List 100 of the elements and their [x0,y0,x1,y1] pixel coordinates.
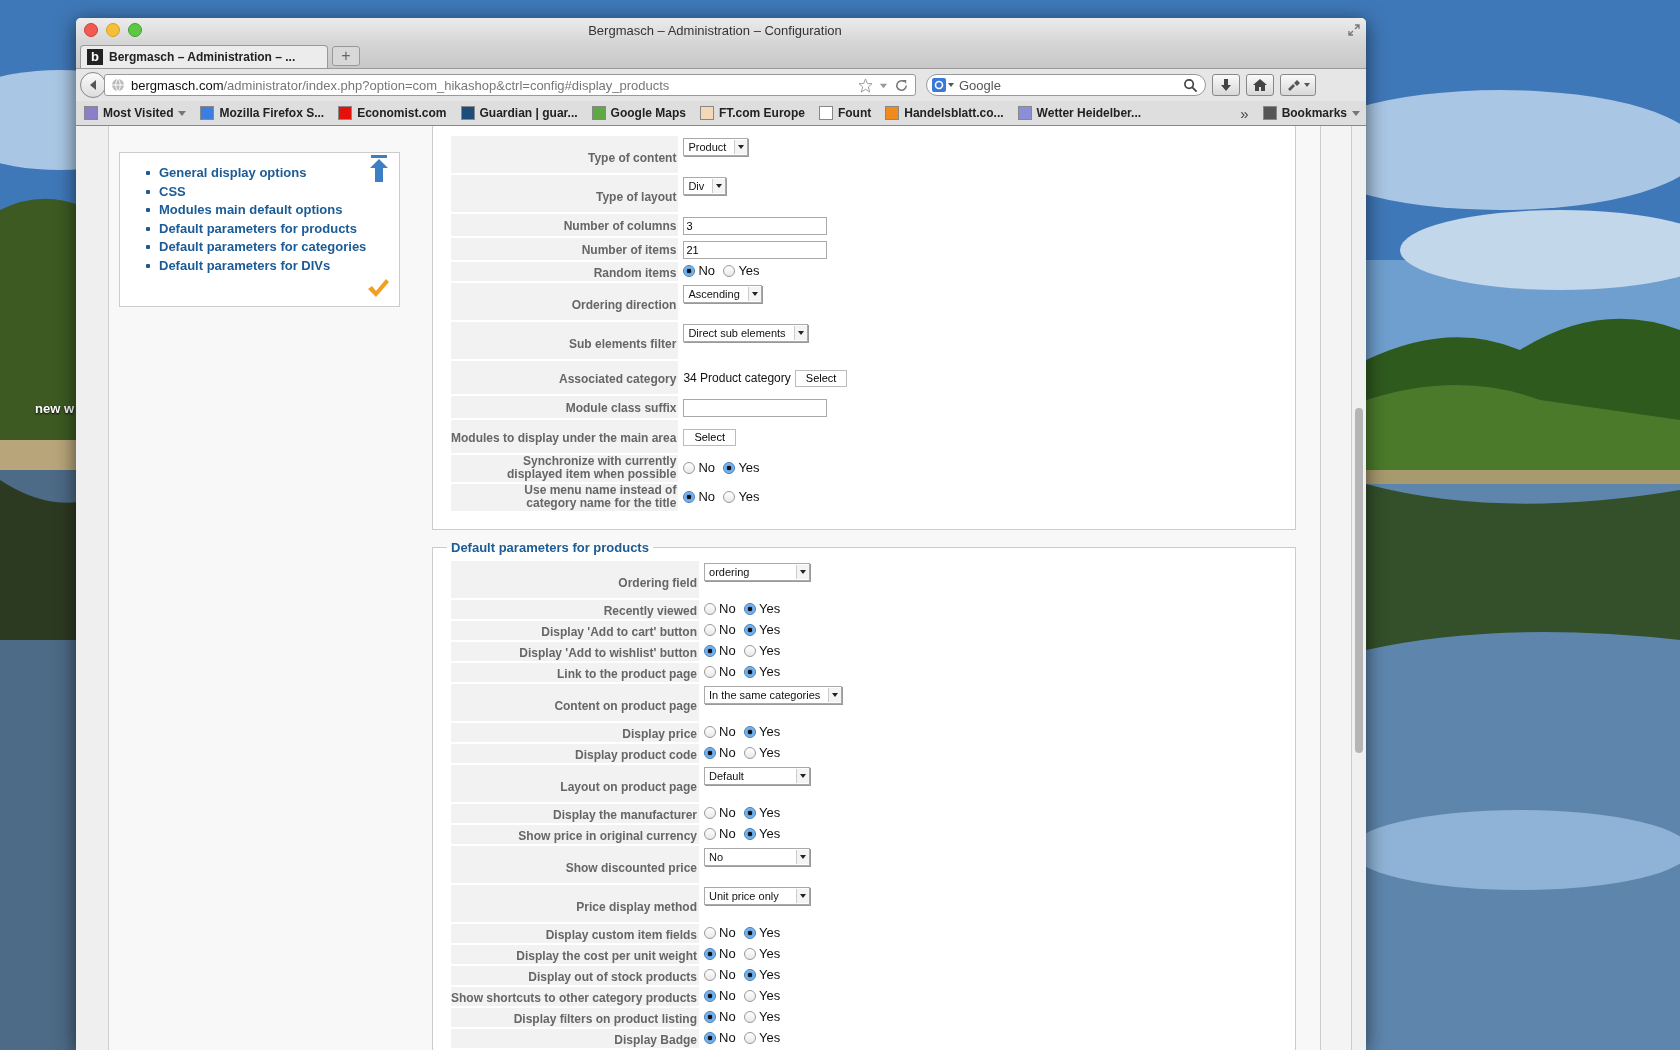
downloads-button[interactable] [1212,74,1240,96]
new-tab-button[interactable]: + [332,46,360,66]
radio-button[interactable] [683,490,696,503]
radio-label[interactable]: Yes [759,1009,781,1024]
radio-button[interactable] [704,725,717,738]
radio-label[interactable]: Yes [738,460,760,475]
scrollbar-thumb[interactable] [1355,408,1363,753]
fullscreen-icon[interactable] [1348,24,1360,36]
bookmark-item[interactable]: Most Visited [84,106,187,120]
radio-button[interactable] [744,644,757,657]
dropdown[interactable]: Product [683,138,749,156]
radio-button[interactable] [744,623,757,636]
radio-button[interactable] [744,602,757,615]
radio-button[interactable] [723,490,736,503]
radio-button[interactable] [704,665,717,678]
radio-label[interactable]: No [719,724,736,739]
radio-label[interactable]: No [719,622,736,637]
star-icon[interactable] [858,77,873,93]
select-button[interactable]: Select [794,369,848,387]
radio-button[interactable] [683,461,696,474]
radio-label[interactable]: Yes [759,1030,781,1045]
dropdown[interactable]: No [704,848,811,866]
radio-label[interactable]: No [719,745,736,760]
radio-button[interactable] [704,968,717,981]
bookmarks-menu[interactable]: Bookmarks [1262,106,1360,120]
radio-button[interactable] [704,947,717,960]
radio-label[interactable]: No [698,460,715,475]
desktop-icon-label[interactable]: new w [35,401,74,416]
dropdown[interactable]: In the same categories [704,686,843,704]
radio-button[interactable] [704,644,717,657]
select-button[interactable]: Select [683,428,736,446]
dropdown[interactable]: Ascending [683,285,762,303]
zoom-button[interactable] [128,23,142,37]
radio-button[interactable] [744,968,757,981]
radio-button[interactable] [704,746,717,759]
radio-button[interactable] [744,725,757,738]
sidebar-link[interactable]: General display options [145,165,307,181]
sidebar-link[interactable]: Modules main default options [145,202,343,218]
text-field[interactable] [683,398,828,417]
radio-button[interactable] [744,665,757,678]
browser-tab[interactable]: b Bergmasch – Administration – ... [80,45,328,68]
bookmark-item[interactable]: Handelsblatt.co... [885,106,1004,120]
radio-label[interactable]: No [698,263,715,278]
radio-button[interactable] [744,827,757,840]
radio-label[interactable]: No [698,489,715,504]
radio-label[interactable]: No [719,1030,736,1045]
bookmark-item[interactable]: Fount [818,106,872,120]
radio-button[interactable] [744,947,757,960]
dropdown[interactable]: ordering [704,563,811,581]
dropdown[interactable]: Direct sub elements [683,324,808,342]
radio-button[interactable] [704,1031,717,1044]
dropdown[interactable]: Default [704,767,811,785]
search-icon[interactable] [1183,78,1198,93]
radio-label[interactable]: No [719,805,736,820]
bookmark-item[interactable]: FT.com Europe [699,106,805,120]
bookmark-item[interactable]: Google Maps [591,106,686,120]
minimize-button[interactable] [106,23,120,37]
radio-button[interactable] [723,264,736,277]
radio-button[interactable] [704,806,717,819]
radio-label[interactable]: Yes [759,724,781,739]
back-button[interactable] [80,72,106,98]
radio-label[interactable]: No [719,664,736,679]
bookmark-item[interactable]: Guardian | guar... [460,106,578,120]
radio-button[interactable] [704,623,717,636]
radio-label[interactable]: No [719,925,736,940]
radio-label[interactable]: Yes [759,745,781,760]
address-bar[interactable]: bergmasch.com/administrator/index.php?option=com_hikashop&ctrl=config#display_products [104,74,916,96]
dropdown[interactable]: Unit price only [704,887,811,905]
radio-label[interactable]: Yes [759,946,781,961]
radio-label[interactable]: Yes [759,601,781,616]
radio-label[interactable]: No [719,826,736,841]
radio-label[interactable]: Yes [759,805,781,820]
radio-button[interactable] [704,989,717,1002]
radio-button[interactable] [744,926,757,939]
radio-label[interactable]: No [719,967,736,982]
bookmark-item[interactable]: Economist.com [338,106,447,120]
radio-label[interactable]: Yes [759,643,781,658]
radio-label[interactable]: No [719,988,736,1003]
radio-label[interactable]: No [719,601,736,616]
radio-button[interactable] [704,602,717,615]
radio-label[interactable]: Yes [759,622,781,637]
radio-label[interactable]: Yes [759,664,781,679]
sidebar-link[interactable]: Default parameters for categories [145,239,367,255]
radio-button[interactable] [744,806,757,819]
radio-button[interactable] [723,461,736,474]
bookmark-item[interactable]: Wetter Heidelber... [1017,106,1142,120]
radio-button[interactable] [704,1010,717,1023]
radio-button[interactable] [744,1010,757,1023]
radio-button[interactable] [744,1031,757,1044]
close-button[interactable] [84,23,98,37]
radio-label[interactable]: Yes [759,988,781,1003]
radio-button[interactable] [744,989,757,1002]
radio-button[interactable] [704,926,717,939]
addon-menu-button[interactable] [1280,74,1316,96]
radio-button[interactable] [744,746,757,759]
radio-label[interactable]: Yes [738,263,760,278]
radio-label[interactable]: Yes [738,489,760,504]
search-field[interactable]: Google [926,74,1206,96]
radio-label[interactable]: No [719,643,736,658]
search-engine-icon[interactable] [932,78,954,92]
